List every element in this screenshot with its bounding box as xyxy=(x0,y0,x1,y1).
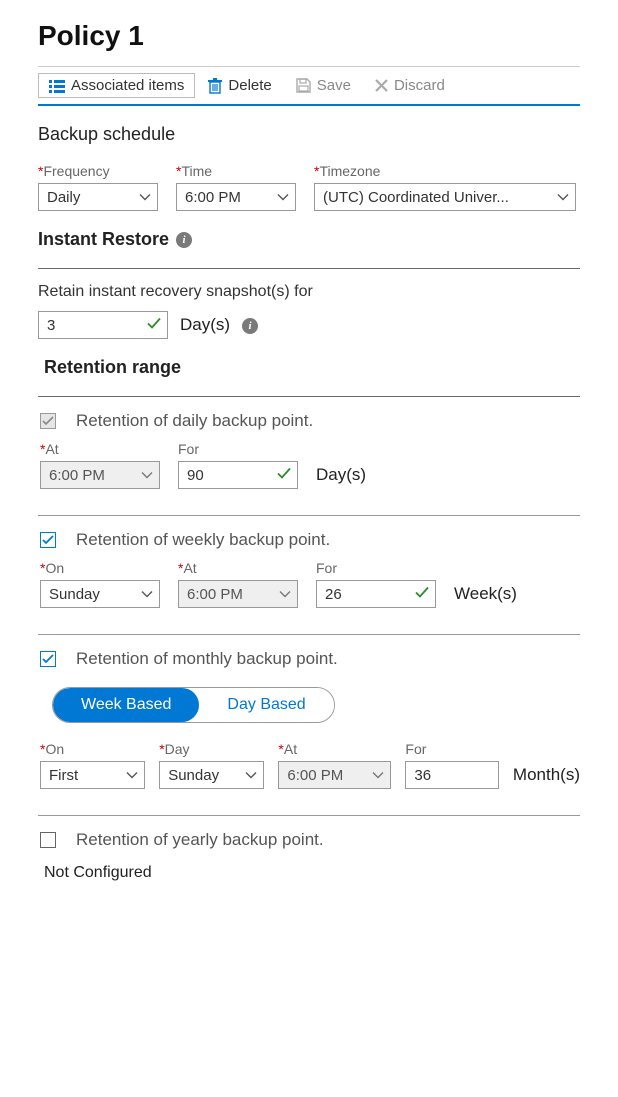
daily-for-input[interactable]: 90 xyxy=(178,461,298,489)
associated-items-label: Associated items xyxy=(71,77,184,94)
toolbar: Associated items Delete Save xyxy=(38,66,580,106)
time-value: 6:00 PM xyxy=(185,189,241,206)
associated-items-button[interactable]: Associated items xyxy=(38,73,195,98)
divider xyxy=(38,268,580,269)
divider xyxy=(38,515,580,516)
monthly-on-select[interactable]: First xyxy=(40,761,145,789)
instant-restore-heading: Instant Restore i xyxy=(38,229,580,250)
monthly-day-value: Sunday xyxy=(168,767,219,784)
chevron-down-icon xyxy=(141,586,153,603)
close-icon xyxy=(375,79,388,92)
discard-label: Discard xyxy=(394,77,445,94)
monthly-at-label: *At xyxy=(278,741,391,757)
monthly-for-value: 36 xyxy=(414,767,431,784)
monthly-unit: Month(s) xyxy=(513,765,580,789)
monthly-at-value: 6:00 PM xyxy=(287,767,343,784)
monthly-at-select[interactable]: 6:00 PM xyxy=(278,761,391,789)
chevron-down-icon xyxy=(372,767,384,784)
snapshot-unit: Day(s) xyxy=(180,315,230,335)
monthly-day-select[interactable]: Sunday xyxy=(159,761,264,789)
time-select[interactable]: 6:00 PM xyxy=(176,183,296,211)
timezone-value: (UTC) Coordinated Univer... xyxy=(323,189,509,206)
weekly-unit: Week(s) xyxy=(454,584,517,608)
monthly-basis-toggle: Week Based Day Based xyxy=(52,687,335,723)
weekly-for-input[interactable]: 26 xyxy=(316,580,436,608)
page-title: Policy 1 xyxy=(38,20,580,52)
frequency-value: Daily xyxy=(47,189,80,206)
daily-retention-title: Retention of daily backup point. xyxy=(76,411,313,431)
monthly-for-label: For xyxy=(405,741,499,757)
weekly-on-label: *On xyxy=(40,560,160,576)
chevron-down-icon xyxy=(126,767,138,784)
save-icon xyxy=(296,78,311,93)
snapshot-days-value: 3 xyxy=(47,317,55,334)
monthly-on-value: First xyxy=(49,767,78,784)
timezone-label: *Timezone xyxy=(314,163,580,179)
weekly-retention-checkbox[interactable] xyxy=(40,532,56,548)
yearly-retention-title: Retention of yearly backup point. xyxy=(76,830,324,850)
weekly-at-label: *At xyxy=(178,560,298,576)
divider xyxy=(38,815,580,816)
monthly-day-label: *Day xyxy=(159,741,264,757)
divider xyxy=(38,634,580,635)
save-button[interactable]: Save xyxy=(285,73,362,98)
snapshot-days-input[interactable]: 3 xyxy=(38,311,168,339)
daily-unit: Day(s) xyxy=(316,465,366,489)
daily-at-select[interactable]: 6:00 PM xyxy=(40,461,160,489)
checkmark-icon xyxy=(415,586,429,603)
monthly-retention-checkbox[interactable] xyxy=(40,651,56,667)
retention-range-heading: Retention range xyxy=(44,357,580,378)
frequency-label: *Frequency xyxy=(38,163,158,179)
save-label: Save xyxy=(317,77,351,94)
chevron-down-icon xyxy=(277,189,289,206)
trash-icon xyxy=(208,78,222,94)
delete-label: Delete xyxy=(228,77,271,94)
discard-button[interactable]: Discard xyxy=(364,73,456,98)
yearly-retention-checkbox[interactable] xyxy=(40,832,56,848)
monthly-for-input[interactable]: 36 xyxy=(405,761,499,789)
checkmark-icon xyxy=(277,467,291,484)
daily-retention-checkbox xyxy=(40,413,56,429)
list-icon xyxy=(49,79,65,93)
daily-at-value: 6:00 PM xyxy=(49,467,105,484)
chevron-down-icon xyxy=(279,586,291,603)
weekly-for-label: For xyxy=(316,560,436,576)
backup-schedule-heading: Backup schedule xyxy=(38,124,580,145)
info-icon[interactable]: i xyxy=(242,316,258,334)
monthly-retention-title: Retention of monthly backup point. xyxy=(76,649,338,669)
delete-button[interactable]: Delete xyxy=(197,73,282,98)
daily-for-label: For xyxy=(178,441,298,457)
divider xyxy=(38,396,580,397)
frequency-select[interactable]: Daily xyxy=(38,183,158,211)
timezone-select[interactable]: (UTC) Coordinated Univer... xyxy=(314,183,576,211)
day-based-option[interactable]: Day Based xyxy=(199,688,333,722)
retain-snapshot-label: Retain instant recovery snapshot(s) for xyxy=(38,283,580,301)
weekly-at-value: 6:00 PM xyxy=(187,586,243,603)
yearly-not-configured: Not Configured xyxy=(44,864,580,882)
weekly-on-select[interactable]: Sunday xyxy=(40,580,160,608)
chevron-down-icon xyxy=(139,189,151,206)
weekly-for-value: 26 xyxy=(325,586,342,603)
chevron-down-icon xyxy=(557,189,569,206)
daily-for-value: 90 xyxy=(187,467,204,484)
week-based-option[interactable]: Week Based xyxy=(53,688,199,722)
monthly-on-label: *On xyxy=(40,741,145,757)
info-icon[interactable]: i xyxy=(176,232,192,248)
weekly-on-value: Sunday xyxy=(49,586,100,603)
daily-at-label: *At xyxy=(40,441,160,457)
weekly-at-select[interactable]: 6:00 PM xyxy=(178,580,298,608)
backup-schedule-row: *Frequency Daily *Time 6:00 PM *Timezone… xyxy=(38,163,580,211)
time-label: *Time xyxy=(176,163,296,179)
chevron-down-icon xyxy=(141,467,153,484)
weekly-retention-title: Retention of weekly backup point. xyxy=(76,530,330,550)
checkmark-icon xyxy=(147,317,161,334)
chevron-down-icon xyxy=(245,767,257,784)
